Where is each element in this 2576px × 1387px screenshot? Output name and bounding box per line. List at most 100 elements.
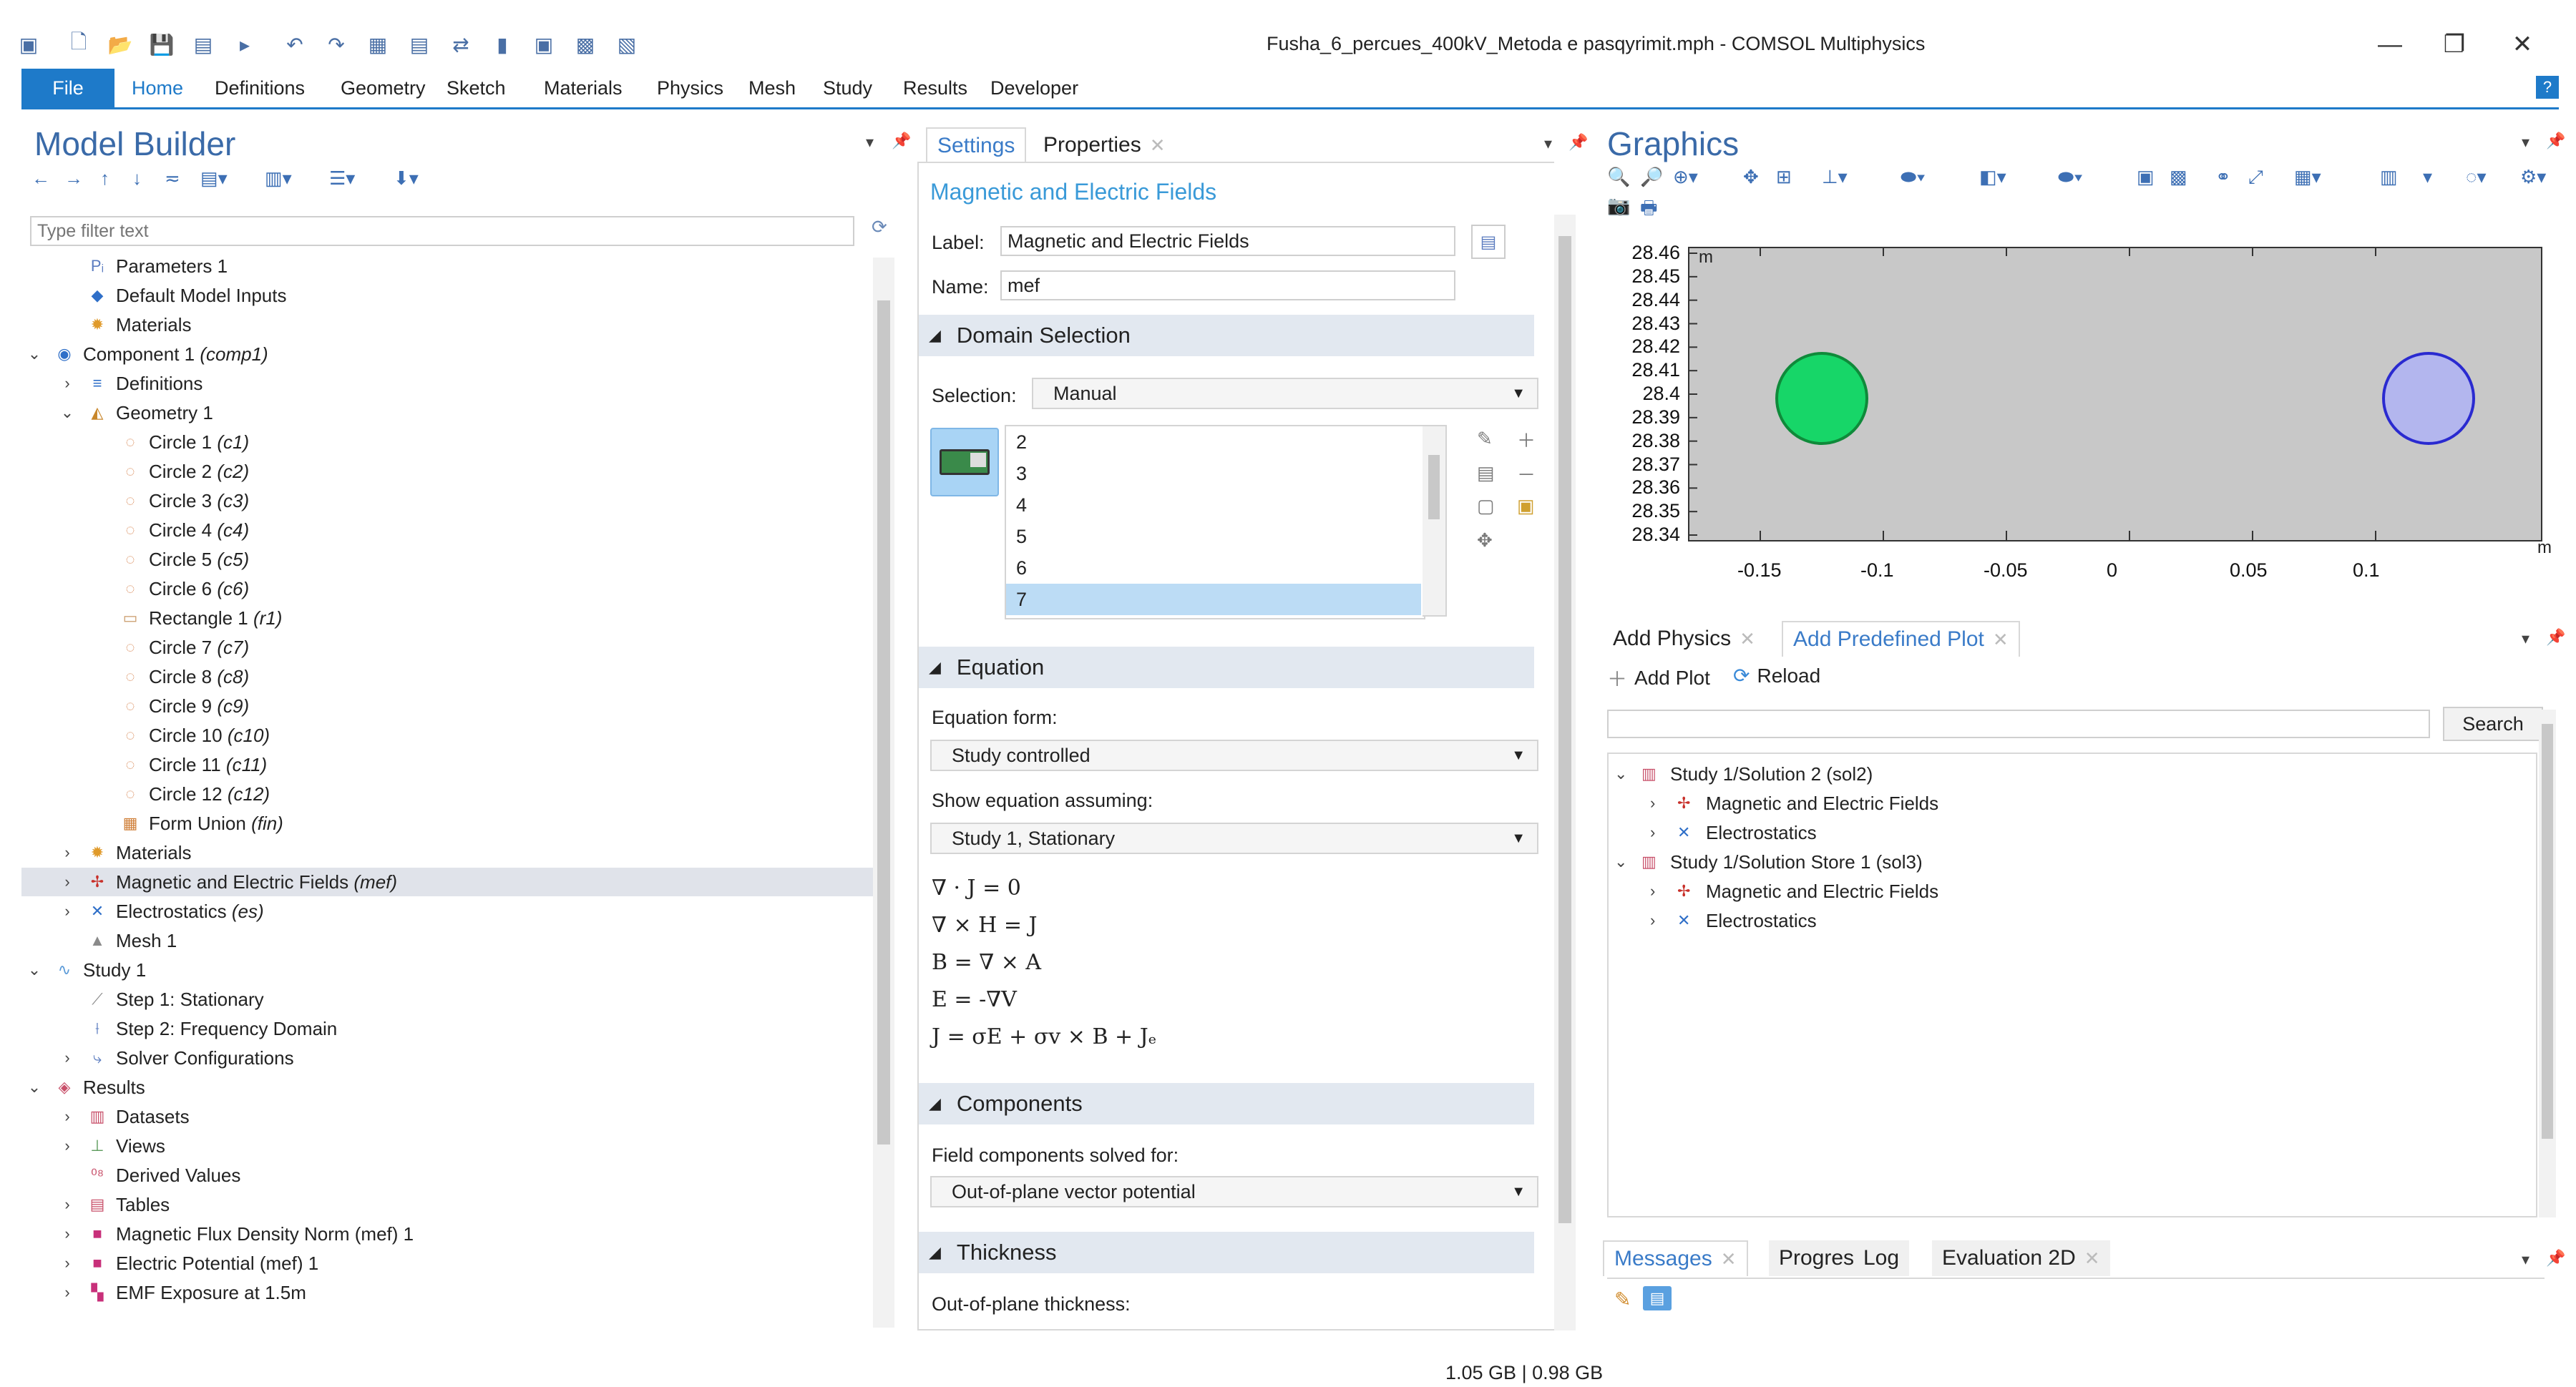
views-icon[interactable]: ⬬▾ [1901,166,1926,189]
move-down-icon[interactable]: ↓ [132,167,142,190]
tree-node[interactable]: ◌ Circle 4 (c4) [21,516,873,544]
quick-access-icon[interactable]: 🗋 [64,31,93,57]
tree-node[interactable]: › ⊥ Views [21,1132,873,1160]
deselect-icon[interactable]: ▩ [2170,166,2187,188]
ribbon-tab-study[interactable]: Study [823,69,872,107]
selection-dropdown[interactable]: Manual ▼ [1032,378,1538,409]
plot-tree-node[interactable]: ⌄ ▥ Study 1/Solution 2 (sol2) [1609,760,2532,788]
quick-access-icon[interactable]: ▣ [530,31,558,57]
chevron-right-icon[interactable]: › [59,1107,76,1126]
quick-access-icon[interactable]: ↷ [322,31,351,57]
chevron-right-icon[interactable]: › [59,1254,76,1273]
clear-icon[interactable]: ▾ [2423,166,2432,188]
ribbon-tab-geometry[interactable]: Geometry [341,69,426,107]
clear-selection-icon[interactable]: ▢ [1477,495,1495,517]
quick-access-icon[interactable]: ⇄ [447,31,475,57]
tree-node[interactable]: ◌ Circle 9 (c9) [21,692,873,720]
reload-button[interactable]: ⟳ Reload [1733,664,1820,687]
tree-node[interactable]: ⁰⁸ Derived Values [21,1161,873,1190]
ribbon-tab-developer[interactable]: Developer [990,69,1078,107]
dynamic-help-icon[interactable]: ⬇▾ [394,167,419,190]
settings-icon[interactable]: ⚙▾ [2520,166,2546,188]
camera-icon[interactable]: 📷 [1607,195,1630,217]
settings-scrollbar[interactable] [1554,215,1576,1330]
pin-icon[interactable]: 📌 [1568,133,1588,152]
forward-arrow-icon[interactable]: → [64,167,83,190]
tree-node[interactable]: ◌ Circle 12 (c12) [21,780,873,808]
tree-node[interactable]: ◌ Circle 3 (c3) [21,486,873,515]
tree-node[interactable]: ◌ Circle 6 (c6) [21,574,873,603]
tab-properties[interactable]: Properties ✕ [1033,127,1176,163]
tab-messages[interactable]: Messages ✕ [1603,1240,1748,1276]
equation-header[interactable]: ◢ Equation [919,647,1534,688]
tree-node[interactable]: ◌ Circle 7 (c7) [21,633,873,662]
tree-node[interactable]: › ▚ EMF Exposure at 1.5m [21,1278,873,1307]
axis-icon[interactable]: ⊥▾ [1822,166,1848,188]
collapse-icon[interactable]: ≂ [165,167,180,190]
chevron-down-icon[interactable]: ⌄ [26,345,43,363]
domain-list-item[interactable]: 7 [1006,584,1421,615]
add-selection-icon[interactable]: ＋ [1517,426,1536,453]
show-grid-icon[interactable]: ▦▾ [2294,166,2321,188]
ribbon-tab-results[interactable]: Results [903,69,967,107]
tree-node[interactable]: ▭ Rectangle 1 (r1) [21,604,873,632]
label-input[interactable]: Magnetic and Electric Fields [1000,226,1455,256]
panel-menu-icon[interactable]: ▾ [2522,133,2529,152]
quick-access-icon[interactable]: ▸ [230,31,259,57]
scrollbar-thumb[interactable] [2542,724,2553,1139]
tree-node[interactable]: ⌄ ◈ Results [21,1073,873,1102]
expand-menu-icon[interactable]: ▤▾ [200,167,228,190]
minimize-button[interactable]: — [2368,27,2411,62]
search-button[interactable]: Search [2443,707,2543,741]
zoom-selected-icon[interactable]: ⊞ [1776,166,1792,188]
quick-access-icon[interactable]: ▧ [613,31,641,57]
tab-add-physics[interactable]: Add Physics ✕ [1603,621,1765,657]
graphics-canvas[interactable]: 28.46 28.45 28.44 28.43 28.42 28.41 28.4 28.39 2… [1607,242,2552,602]
edit-node-icon[interactable]: ▤ [1471,225,1506,259]
restore-button[interactable]: ❐ [2433,27,2476,62]
tree-node[interactable]: ⌄ ◉ Component 1 (comp1) [21,340,873,368]
create-selection-icon[interactable]: ▣ [1517,495,1535,517]
green-conductor[interactable] [1775,352,1868,445]
close-tab-icon[interactable]: ✕ [1993,629,2009,651]
tab-evaluation-2d[interactable]: Evaluation 2D ✕ [1932,1240,2110,1276]
zoom-box-icon[interactable]: ⊕▾ [1673,166,1698,188]
quick-access-icon[interactable]: ▦ [364,31,392,57]
tree-node[interactable]: ⟋ Step 1: Stationary [21,985,873,1014]
chevron-right-icon[interactable]: › [59,1225,76,1243]
chevron-right-icon[interactable]: › [1650,823,1655,842]
domain-list-item[interactable]: 2 [1006,426,1421,458]
scrollbar-thumb[interactable] [877,300,890,1145]
domain-list-item[interactable]: 6 [1006,552,1421,584]
tree-node[interactable]: › ■ Electric Potential (mef) 1 [21,1249,873,1278]
plot-tree-node[interactable]: › ✢ Magnetic and Electric Fields [1609,877,2532,906]
tree-node[interactable]: › ▤ Tables [21,1190,873,1219]
print-icon[interactable]: ◌▾ [2466,166,2487,188]
equation-form-dropdown[interactable]: Study controlled ▼ [930,740,1538,771]
chevron-right-icon[interactable]: › [59,902,76,921]
quick-access-icon[interactable]: ▣ [14,31,43,57]
plot-tree-node[interactable]: › ✢ Magnetic and Electric Fields [1609,789,2532,818]
quick-access-icon[interactable]: ▮ [488,31,517,57]
chevron-down-icon[interactable]: ⌄ [1614,853,1627,871]
plot-tree-node[interactable]: ⌄ ▥ Study 1/Solution Store 1 (sol3) [1609,848,2532,876]
refresh-icon[interactable]: ⟳ [872,216,887,238]
field-components-dropdown[interactable]: Out-of-plane vector potential ▼ [930,1176,1538,1207]
chevron-down-icon[interactable]: ⌄ [59,403,76,422]
tab-log[interactable]: Log [1853,1240,1910,1276]
list-menu-icon[interactable]: ▥▾ [265,167,292,190]
domain-list-item[interactable]: 5 [1006,521,1421,552]
copy-selection-icon[interactable]: ▤ [1477,462,1495,484]
tree-node[interactable]: ▦ Form Union (fin) [21,809,873,838]
tree-node[interactable]: ◌ Circle 2 (c2) [21,457,873,486]
ribbon-tab-sketch[interactable]: Sketch [447,69,506,107]
tree-node[interactable]: ◌ Circle 11 (c11) [21,750,873,779]
domain-list[interactable]: 234567 [1005,425,1425,619]
ribbon-tab-home[interactable]: Home [132,69,183,107]
quick-access-icon[interactable]: 📂 [106,31,135,57]
domain-list-item[interactable]: 4 [1006,489,1421,521]
quick-access-icon[interactable]: 💾 [147,31,176,57]
tree-filter-input[interactable] [30,216,854,246]
tree-node[interactable]: ▲ Mesh 1 [21,926,873,955]
link-icon[interactable]: ⚭ [2215,166,2231,188]
